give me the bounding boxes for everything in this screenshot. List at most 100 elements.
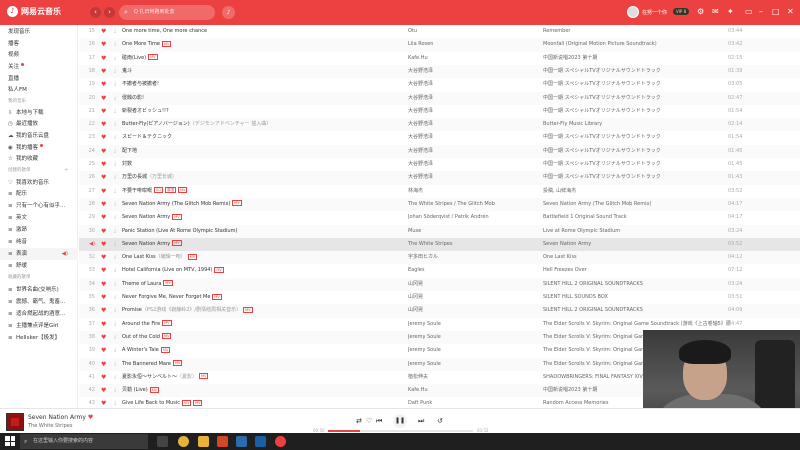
next-icon[interactable]: ⏭ — [418, 416, 424, 426]
close-icon[interactable]: ✕ — [787, 7, 794, 17]
download-icon[interactable]: ⤓ — [114, 318, 116, 331]
song-artist[interactable]: Daft Punk — [408, 397, 538, 408]
table-row[interactable]: 18 ♥ ⤓ 鬼斗 大谷野浩泽 中国一期 スペシャルTVオリジナルサウンドトラック 01:3… — [79, 64, 800, 79]
song-artist[interactable]: Lila Rosen — [408, 38, 538, 51]
sidebar-item[interactable]: ≡ 震撼、霸气、鬼畜... — [0, 296, 78, 308]
steam-icon[interactable] — [255, 436, 266, 447]
user-name[interactable]: 在努一个你 — [642, 9, 667, 16]
mini-mode-icon[interactable]: ▭ — [745, 7, 753, 17]
like-heart-icon[interactable]: ♥ — [101, 52, 106, 65]
song-title[interactable]: Hotel California (Live on MTV, 1994) MV — [122, 264, 392, 277]
download-icon[interactable]: ⤓ — [114, 185, 116, 198]
song-album[interactable]: Battlefield 1 Original Sound Track — [543, 211, 733, 224]
song-album[interactable]: One Last Kiss — [543, 251, 733, 264]
song-tag-badge[interactable]: SQ — [182, 399, 192, 406]
sidebar-item[interactable]: ≡ 激昂 — [0, 224, 78, 236]
like-heart-icon[interactable]: ♥ — [101, 225, 106, 238]
song-album[interactable]: Moonfall (Original Motion Picture Soundt… — [543, 38, 733, 51]
download-icon[interactable]: ⤓ — [114, 278, 116, 291]
song-album[interactable]: The Elder Scrolls V: Skyrim: Original Ga… — [543, 318, 733, 331]
song-tag-badge[interactable]: 原唱 — [165, 187, 176, 194]
song-tag-badge[interactable]: MV — [178, 187, 188, 194]
song-album[interactable]: 中国一期 スペシャルTVオリジナルサウンドトラック — [543, 78, 733, 91]
table-row[interactable]: 25 ♥ ⤓ 対数 大谷野浩泽 中国一期 スペシャルTVオリジナルサウンドトラック 01:4… — [79, 158, 800, 171]
song-tag-badge[interactable]: MV — [172, 240, 182, 247]
album-cover[interactable] — [6, 413, 24, 431]
explorer-icon[interactable] — [198, 436, 209, 447]
sidebar-item[interactable]: ≡ Hellsker【极发】 — [0, 332, 78, 344]
download-icon[interactable]: ⤓ — [114, 358, 116, 371]
table-row[interactable]: 27 ♥ ⤓ 不要干啡咁嘅 SQ 原唱 MV 林海杰 投稿, 山鲜海杰 03:52 — [79, 185, 800, 198]
song-title[interactable]: Seven Nation Army (The Glitch Mob Remix)… — [122, 198, 392, 211]
like-heart-icon[interactable]: ♥ — [101, 211, 106, 224]
song-title[interactable]: 万里の長城（万里长城） — [122, 171, 392, 184]
song-title[interactable]: Give Life Back to Music SQ MV — [122, 397, 392, 408]
like-heart-icon[interactable]: ♥ — [101, 318, 106, 331]
like-heart-icon[interactable]: ♥ — [101, 25, 106, 38]
song-album[interactable]: SILENT HILL 2 ORIGINAL SOUNDTRACKS — [543, 278, 733, 291]
like-heart-icon[interactable]: ♥ — [101, 331, 106, 344]
song-title[interactable]: Seven Nation Army MV — [122, 211, 392, 224]
table-row[interactable]: 17 ♥ ⤓ 碰雨(Live) MV Kafe.Hu 中国新说唱2023 第十期 02:15 — [79, 52, 800, 65]
sidebar-item[interactable]: ☁ 我的音乐云盘 — [0, 130, 78, 142]
playlist-mode-icon[interactable]: ↺ — [437, 416, 443, 426]
download-icon[interactable]: ⤓ — [114, 25, 116, 38]
download-icon[interactable]: ⤓ — [114, 92, 116, 105]
media-icon[interactable] — [236, 436, 247, 447]
song-artist[interactable]: 山冈晃 — [408, 278, 538, 291]
song-title[interactable]: One more time, One more chance — [122, 25, 392, 38]
song-artist[interactable]: 大谷野浩泽 — [408, 171, 538, 184]
song-artist[interactable]: Otu — [408, 25, 538, 38]
table-row[interactable]: 37 ♥ ⤓ Around the Fire MV Jeremy Soule The Eld… — [79, 318, 800, 331]
windows-start-icon[interactable] — [5, 436, 15, 446]
download-icon[interactable]: ⤓ — [114, 145, 116, 158]
song-artist[interactable]: 大谷野浩泽 — [408, 92, 538, 105]
download-icon[interactable]: ⤓ — [114, 38, 116, 51]
table-row[interactable]: 35 ♥ ⤓ Never Forgive Me, Never Forget Me MV 山… — [79, 291, 800, 304]
table-row[interactable]: 26 ♥ ⤓ 万里の長城（万里长城） 大谷野浩泽 中国一期 スペシャルTVオリジナルサウン… — [79, 171, 800, 185]
song-album[interactable]: SILENT HILL SOUNDS BOX — [543, 291, 733, 304]
add-playlist-icon[interactable]: + — [64, 165, 68, 177]
song-tag-badge[interactable]: MV — [232, 200, 242, 207]
download-icon[interactable]: ⤓ — [114, 384, 116, 397]
sidebar-item[interactable]: ≡ 英文 — [0, 212, 78, 224]
sidebar-item[interactable]: 关注 — [0, 61, 78, 73]
like-heart-icon[interactable]: ♥ — [101, 291, 106, 304]
like-heart-icon[interactable]: ♥ — [101, 65, 106, 78]
table-row[interactable]: 15 ♥ ⤓ One more time, One more chance Otu Rem… — [79, 25, 800, 38]
progress-bar[interactable] — [328, 430, 473, 432]
song-artist[interactable]: 大谷野浩泽 — [408, 78, 538, 91]
sidebar-item[interactable]: 发现音乐 — [0, 26, 78, 38]
sidebar-item[interactable]: ≡ 只有一个心有似乎... — [0, 200, 78, 212]
like-heart-icon[interactable]: ♥ — [101, 105, 106, 118]
song-album[interactable]: Seven Nation Army (The Glitch Mob Remix) — [543, 198, 733, 211]
sidebar-item[interactable]: ≡ 纯音 — [0, 236, 78, 248]
song-artist[interactable]: 山冈晃 — [408, 291, 538, 304]
song-tag-badge[interactable]: MV — [193, 399, 203, 406]
table-row[interactable]: 19 ♥ ⤓ 不撤者与被撤者! 大谷野浩泽 中国一期 スペシャルTVオリジナルサウンドトラ… — [79, 78, 800, 91]
netease-icon[interactable] — [275, 436, 286, 447]
song-album[interactable]: 中国一期 スペシャルTVオリジナルサウンドトラック — [543, 145, 733, 158]
song-artist[interactable]: Jeremy Soule — [408, 358, 538, 371]
song-artist[interactable]: Eagles — [408, 264, 538, 277]
vip-badge[interactable]: VIP 8 — [673, 8, 690, 15]
like-heart-icon[interactable]: ♥ — [101, 397, 106, 408]
song-tag-badge[interactable]: MV — [149, 386, 160, 393]
download-icon[interactable]: ⤓ — [114, 105, 116, 118]
song-title[interactable]: 斩裂者オビッシュ!!? — [122, 105, 392, 118]
like-heart-icon[interactable]: ♥ — [101, 371, 106, 384]
song-title[interactable]: A Winter's Tale MV — [122, 344, 392, 357]
song-album[interactable]: 中国一期 スペシャルTVオリジナルサウンドトラック — [543, 92, 733, 105]
song-tag-badge[interactable]: MV — [187, 253, 198, 260]
pause-button[interactable]: ❚❚ — [393, 414, 407, 428]
song-artist[interactable]: 大谷野浩泽 — [408, 65, 538, 78]
like-heart-icon[interactable]: ♥ — [101, 278, 106, 291]
song-tag-badge[interactable]: MV — [163, 280, 173, 287]
like-heart-icon[interactable]: ♥ — [101, 251, 106, 264]
song-title[interactable]: Never Forgive Me, Never Forget Me MV — [122, 291, 392, 304]
now-playing-title[interactable]: Seven Nation Army ♥ — [28, 414, 93, 421]
like-heart-icon[interactable]: ♥ — [101, 264, 106, 277]
song-album[interactable]: Seven Nation Army — [543, 238, 733, 251]
download-icon[interactable]: ⤓ — [114, 251, 116, 264]
song-title[interactable]: Panic Station (Live At Rome Olympic Stad… — [122, 225, 392, 238]
